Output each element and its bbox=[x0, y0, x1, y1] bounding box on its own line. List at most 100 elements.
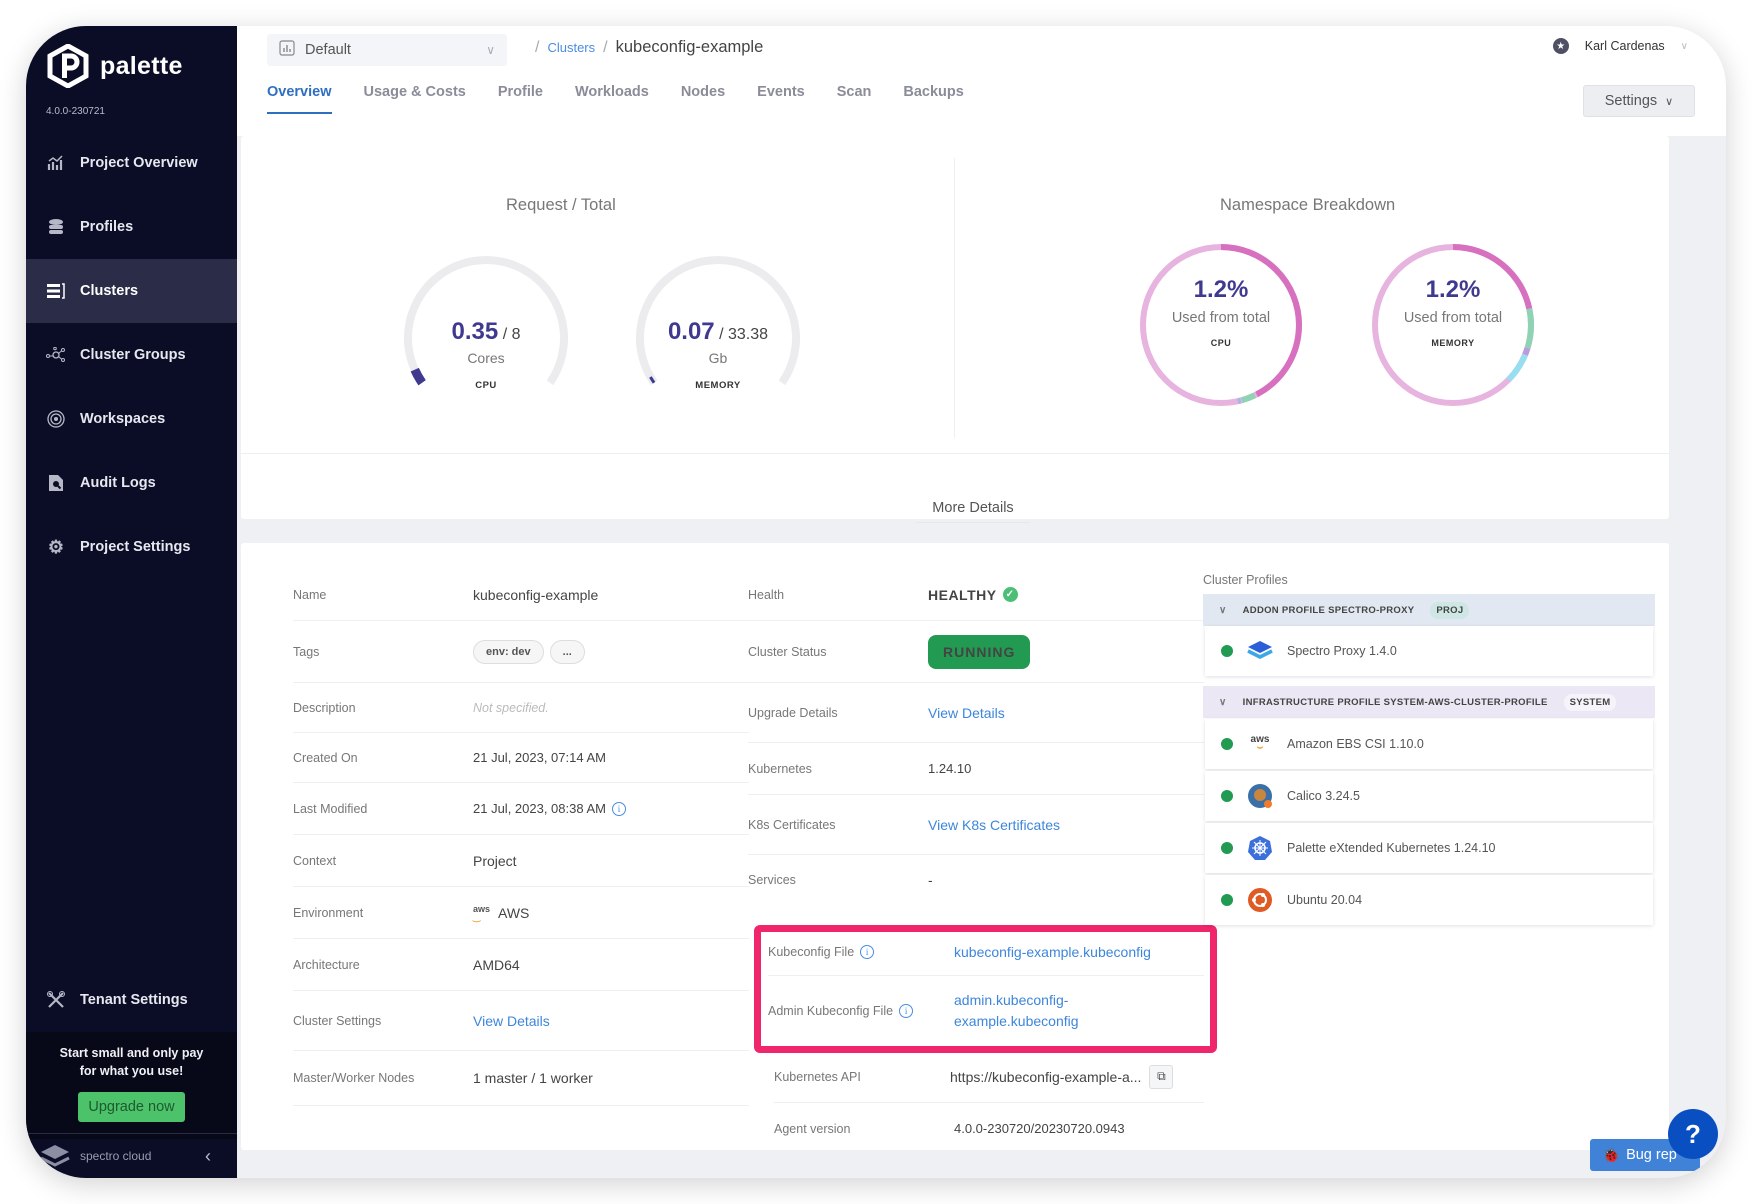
copy-icon[interactable]: ⧉ bbox=[1149, 1064, 1174, 1089]
detail-row-kubernetes-api: Kubernetes API https://kubeconfig-exampl… bbox=[774, 1051, 1204, 1103]
chevron-down-icon: ∨ bbox=[1219, 604, 1227, 616]
detail-row-last-modified: Last Modified 21 Jul, 2023, 08:38 AM i bbox=[293, 783, 749, 835]
detail-row-kubernetes: Kubernetes 1.24.10 bbox=[748, 743, 1204, 795]
sidebar-item-project-overview[interactable]: Project Overview bbox=[26, 131, 237, 195]
sidebar-footer: spectro cloud ‹ bbox=[26, 1133, 237, 1178]
infrastructure-profile-header[interactable]: ∨ INFRASTRUCTURE PROFILE SYSTEM-AWS-CLUS… bbox=[1203, 686, 1655, 718]
sidebar-item-label: Profiles bbox=[80, 219, 134, 235]
project-icon bbox=[279, 40, 295, 60]
tab-backups[interactable]: Backups bbox=[903, 84, 963, 114]
memory-donut-text: 1.2% Used from total MEMORY bbox=[1368, 276, 1538, 348]
breadcrumb-clusters-link[interactable]: Clusters bbox=[547, 40, 595, 55]
palette-logo-icon bbox=[47, 44, 89, 88]
upgrade-now-button[interactable]: Upgrade now bbox=[78, 1092, 185, 1122]
tab-scan[interactable]: Scan bbox=[837, 84, 872, 114]
tags-list: env: dev... bbox=[473, 639, 591, 664]
detail-key: Environment bbox=[293, 905, 364, 920]
sidebar-item-workspaces[interactable]: Workspaces bbox=[26, 387, 237, 451]
sidebar-item-clusters[interactable]: Clusters bbox=[26, 259, 237, 323]
detail-row-cluster-status: Cluster Status RUNNING bbox=[748, 621, 1204, 683]
sidebar-item-label: Cluster Groups bbox=[80, 347, 186, 363]
tab-overview[interactable]: Overview bbox=[267, 84, 332, 114]
sidebar: palette 4.0.0-230721 Project Overview Pr… bbox=[26, 26, 237, 1178]
bug-icon: 🐞 bbox=[1602, 1147, 1621, 1164]
memory-total-value: / 33.38 bbox=[719, 326, 769, 343]
user-name: Karl Cardenas bbox=[1584, 39, 1665, 53]
sidebar-item-audit-logs[interactable]: Audit Logs bbox=[26, 451, 237, 515]
addon-profile-header[interactable]: ∨ ADDON PROFILE SPECTRO-PROXY PROJ bbox=[1203, 594, 1655, 626]
tab-bar: Overview Usage & Costs Profile Workloads… bbox=[267, 84, 964, 114]
environment-text: AWS bbox=[498, 904, 530, 921]
tab-nodes[interactable]: Nodes bbox=[681, 84, 725, 114]
memory-unit: Gb bbox=[708, 350, 728, 366]
file-search-icon bbox=[46, 473, 66, 493]
tab-workloads[interactable]: Workloads bbox=[575, 84, 649, 114]
detail-key: Description bbox=[293, 700, 356, 715]
pack-item[interactable]: Ubuntu 20.04 bbox=[1205, 875, 1653, 925]
upgrade-details-link[interactable]: View Details bbox=[928, 705, 1005, 721]
tab-profile[interactable]: Profile bbox=[498, 84, 543, 114]
description-value: Not specified. bbox=[473, 700, 549, 715]
promo-text-line2: for what you use! bbox=[79, 1064, 184, 1078]
sidebar-item-profiles[interactable]: Profiles bbox=[26, 195, 237, 259]
cpu-unit: Cores bbox=[467, 350, 505, 366]
cluster-profiles-title: Cluster Profiles bbox=[1203, 573, 1288, 587]
status-dot bbox=[1221, 894, 1233, 906]
detail-row-nodes: Master/Worker Nodes 1 master / 1 worker bbox=[293, 1051, 749, 1106]
request-total-title: Request / Total bbox=[506, 196, 616, 214]
tab-usage-costs[interactable]: Usage & Costs bbox=[364, 84, 466, 114]
user-menu[interactable]: ★ Karl Cardenas ∨ bbox=[1552, 38, 1688, 54]
breadcrumb-separator: / bbox=[535, 38, 540, 56]
detail-key: Last Modified bbox=[293, 801, 368, 816]
sidebar-item-tenant-settings[interactable]: Tenant Settings bbox=[26, 968, 237, 1032]
settings-label: Settings bbox=[1604, 93, 1658, 109]
pack-name: Palette eXtended Kubernetes 1.24.10 bbox=[1287, 841, 1496, 855]
last-modified-text: 21 Jul, 2023, 08:38 AM bbox=[473, 801, 606, 816]
architecture-value: AMD64 bbox=[473, 956, 520, 973]
tag-chip[interactable]: env: dev bbox=[473, 639, 544, 664]
usage-summary-card: Request / Total Namespace Breakdown 0.35… bbox=[241, 136, 1669, 523]
memory-donut-label: MEMORY bbox=[1431, 338, 1475, 348]
detail-row-description: Description Not specified. bbox=[293, 683, 749, 733]
sidebar-item-project-settings[interactable]: ⚙ Project Settings bbox=[26, 515, 237, 579]
stack-icon bbox=[46, 217, 66, 237]
star-icon[interactable]: ★ bbox=[1552, 38, 1569, 54]
detail-row-name: Name kubeconfig-example bbox=[293, 569, 749, 621]
cluster-settings-link[interactable]: View Details bbox=[473, 1013, 550, 1029]
tools-icon bbox=[46, 990, 66, 1010]
tab-events[interactable]: Events bbox=[757, 84, 805, 114]
health-status: HEALTHY ✓ bbox=[928, 587, 1018, 603]
more-details-button[interactable]: More Details bbox=[916, 493, 1030, 523]
breadcrumb: / Clusters / kubeconfig-example bbox=[535, 38, 763, 57]
help-button[interactable]: ? bbox=[1668, 1109, 1718, 1159]
view-k8s-certificates-link[interactable]: View K8s Certificates bbox=[928, 817, 1060, 833]
detail-key: Name bbox=[293, 587, 327, 602]
detail-row-environment: Environment aws ‿ AWS bbox=[293, 887, 749, 939]
sidebar-item-label: Clusters bbox=[80, 283, 139, 299]
pack-item[interactable]: Spectro Proxy 1.4.0 bbox=[1205, 626, 1653, 676]
sidebar-item-label: Project Settings bbox=[80, 539, 191, 555]
detail-row-upgrade-details: Upgrade Details View Details bbox=[748, 683, 1204, 743]
collapse-sidebar-icon[interactable]: ‹ bbox=[205, 1146, 211, 1167]
cluster-name-value: kubeconfig-example bbox=[473, 586, 599, 603]
page-title: kubeconfig-example bbox=[615, 38, 764, 56]
more-tags-chip[interactable]: ... bbox=[549, 639, 585, 664]
logo[interactable]: palette bbox=[46, 44, 183, 88]
pack-item[interactable]: Palette eXtended Kubernetes 1.24.10 bbox=[1205, 823, 1653, 873]
project-select-value: Default bbox=[305, 42, 351, 58]
project-select[interactable]: Default ∨ bbox=[267, 34, 507, 66]
sidebar-item-cluster-groups[interactable]: Cluster Groups bbox=[26, 323, 237, 387]
bug-report-label: Bug rep bbox=[1626, 1147, 1677, 1163]
settings-button[interactable]: Settings ∨ bbox=[1583, 85, 1695, 117]
detail-row-health: Health HEALTHY ✓ bbox=[748, 569, 1204, 621]
status-badge: RUNNING bbox=[928, 634, 1031, 669]
detail-row-created-on: Created On 21 Jul, 2023, 07:14 AM bbox=[293, 733, 749, 783]
info-icon[interactable]: i bbox=[611, 801, 626, 816]
detail-key: Kubernetes bbox=[748, 761, 812, 776]
pack-item[interactable]: Calico 3.24.5 bbox=[1205, 771, 1653, 821]
cpu-total-value: / 8 bbox=[502, 326, 521, 343]
detail-key: Kubernetes API bbox=[774, 1069, 861, 1084]
pack-item[interactable]: aws ⌣ Amazon EBS CSI 1.10.0 bbox=[1205, 719, 1653, 769]
cpu-gauge-values: 0.35 / 8 Cores CPU bbox=[386, 318, 586, 391]
namespace-breakdown-title: Namespace Breakdown bbox=[1220, 196, 1396, 214]
